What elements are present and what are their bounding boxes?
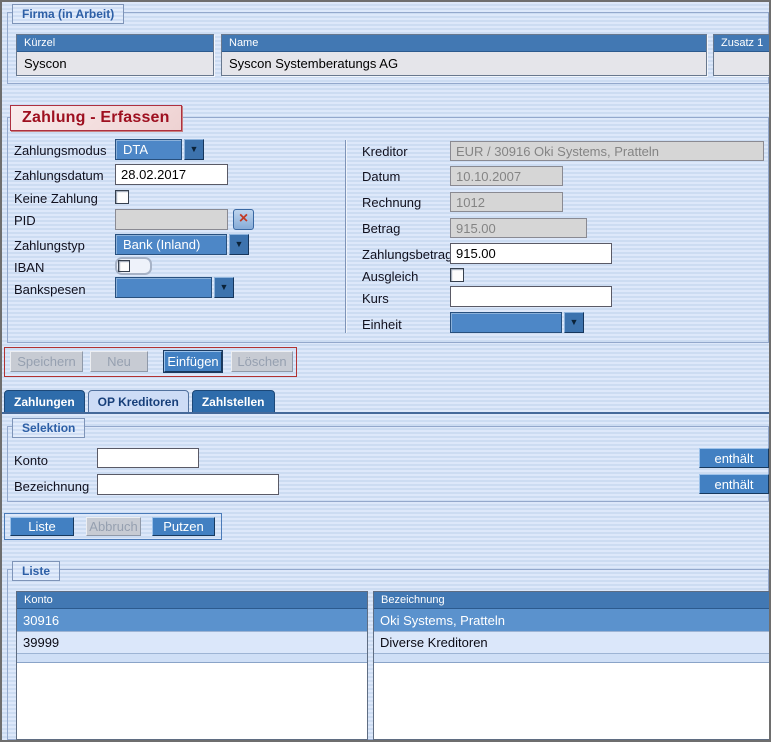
betrag-input: [450, 218, 587, 238]
pid-input: [115, 209, 228, 230]
firma-header-zusatz1: Zusatz 1: [714, 35, 771, 52]
zahlungsmodus-selected-value: DTA: [115, 139, 182, 160]
ausgleich-label: Ausgleich: [362, 269, 418, 284]
abbruch-button: Abbruch: [86, 517, 141, 536]
zahlungstyp-dropdown-button[interactable]: ▼: [229, 234, 249, 255]
list-empty-strip: [17, 654, 367, 663]
pid-clear-button[interactable]: ×: [233, 209, 254, 230]
kurs-input[interactable]: [450, 286, 612, 307]
bankspesen-selected-value: [115, 277, 212, 298]
einheit-select[interactable]: ▼: [450, 312, 584, 333]
firma-value-zusatz1: [714, 52, 771, 75]
firma-header-kuerzel: Kürzel: [17, 35, 213, 52]
zahlungsmodus-dropdown-button[interactable]: ▼: [184, 139, 204, 160]
einheit-dropdown-button[interactable]: ▼: [564, 312, 584, 333]
zahlungsdatum-input[interactable]: [115, 164, 228, 185]
list-row-konto[interactable]: 39999: [17, 632, 367, 654]
firma-col-kuerzel: Kürzel Syscon: [16, 34, 214, 76]
datum-input: [450, 166, 563, 186]
tab-bar: Zahlungen OP Kreditoren Zahlstellen: [4, 390, 278, 413]
bankspesen-label: Bankspesen: [14, 282, 86, 297]
einheit-label: Einheit: [362, 317, 402, 332]
clear-x-icon: ×: [239, 210, 248, 227]
keine-zahlung-checkbox[interactable]: [115, 190, 129, 204]
rechnung-input: [450, 192, 563, 212]
firma-legend: Firma (in Arbeit): [12, 4, 124, 24]
bezeichnung-filter-input[interactable]: [97, 474, 279, 495]
zahlungstyp-label: Zahlungstyp: [14, 238, 85, 253]
firma-value-name: Syscon Systemberatungs AG: [222, 52, 706, 75]
betrag-label: Betrag: [362, 221, 400, 236]
kreditor-input: [450, 141, 764, 161]
zahlungstyp-select[interactable]: Bank (Inland) ▼: [115, 234, 249, 255]
app-window: Firma (in Arbeit) Kürzel Syscon Name Sys…: [0, 0, 771, 742]
tab-zahlstellen[interactable]: Zahlstellen: [192, 390, 275, 413]
zahlungsmodus-label: Zahlungsmodus: [14, 143, 107, 158]
selektion-legend: Selektion: [12, 418, 85, 438]
firma-col-name: Name Syscon Systemberatungs AG: [221, 34, 707, 76]
konto-enthaelt-button[interactable]: enthält: [699, 448, 769, 468]
bezeichnung-column-header: Bezeichnung: [374, 592, 770, 609]
konto-filter-input[interactable]: [97, 448, 199, 468]
zahlungsbetrag-label: Zahlungsbetrag: [362, 247, 452, 262]
neu-button: Neu: [90, 351, 148, 372]
tab-underline: [2, 412, 771, 414]
konto-list-panel: Konto 30916 39999: [16, 591, 368, 740]
loeschen-button: Löschen: [231, 351, 293, 372]
bezeichnung-label: Bezeichnung: [14, 479, 89, 494]
liste-legend: Liste: [12, 561, 60, 581]
tab-zahlungen[interactable]: Zahlungen: [4, 390, 85, 413]
rechnung-label: Rechnung: [362, 195, 421, 210]
chevron-down-icon: ▼: [190, 145, 199, 154]
konto-column-header: Konto: [17, 592, 367, 609]
bezeichnung-list-panel: Bezeichnung Oki Systems, Pratteln Divers…: [373, 591, 771, 740]
einfuegen-button[interactable]: Einfügen: [164, 351, 222, 372]
speichern-button: Speichern: [10, 351, 83, 372]
keine-zahlung-label: Keine Zahlung: [14, 191, 98, 206]
liste-button[interactable]: Liste: [10, 517, 74, 536]
chevron-down-icon: ▼: [235, 240, 244, 249]
chevron-down-icon: ▼: [570, 318, 579, 327]
datum-label: Datum: [362, 169, 400, 184]
einheit-selected-value: [450, 312, 562, 333]
putzen-button[interactable]: Putzen: [152, 517, 215, 536]
kurs-label: Kurs: [362, 291, 389, 306]
pid-label: PID: [14, 213, 36, 228]
chevron-down-icon: ▼: [220, 283, 229, 292]
zahlungsbetrag-input[interactable]: [450, 243, 612, 264]
firma-col-zusatz1: Zusatz 1: [713, 34, 771, 76]
tab-op-kreditoren[interactable]: OP Kreditoren: [88, 390, 189, 413]
iban-checkbox[interactable]: [118, 260, 130, 272]
column-divider: [345, 140, 347, 333]
list-empty-strip: [374, 654, 770, 663]
bankspesen-dropdown-button[interactable]: ▼: [214, 277, 234, 298]
zahlungstyp-selected-value: Bank (Inland): [115, 234, 227, 255]
iban-toggle[interactable]: [115, 257, 152, 275]
bankspesen-select[interactable]: ▼: [115, 277, 234, 298]
zahlungsmodus-select[interactable]: DTA ▼: [115, 139, 204, 160]
ausgleich-checkbox[interactable]: [450, 268, 464, 282]
iban-label: IBAN: [14, 260, 44, 275]
firma-value-kuerzel: Syscon: [17, 52, 213, 75]
firma-header-name: Name: [222, 35, 706, 52]
kreditor-label: Kreditor: [362, 144, 408, 159]
list-row-bezeichnung-selected[interactable]: Oki Systems, Pratteln: [374, 609, 770, 632]
konto-label: Konto: [14, 453, 48, 468]
page-title: Zahlung - Erfassen: [10, 105, 182, 131]
zahlungsdatum-label: Zahlungsdatum: [14, 168, 104, 183]
list-row-bezeichnung[interactable]: Diverse Kreditoren: [374, 632, 770, 654]
bezeichnung-enthaelt-button[interactable]: enthält: [699, 474, 769, 494]
list-row-konto-selected[interactable]: 30916: [17, 609, 367, 632]
